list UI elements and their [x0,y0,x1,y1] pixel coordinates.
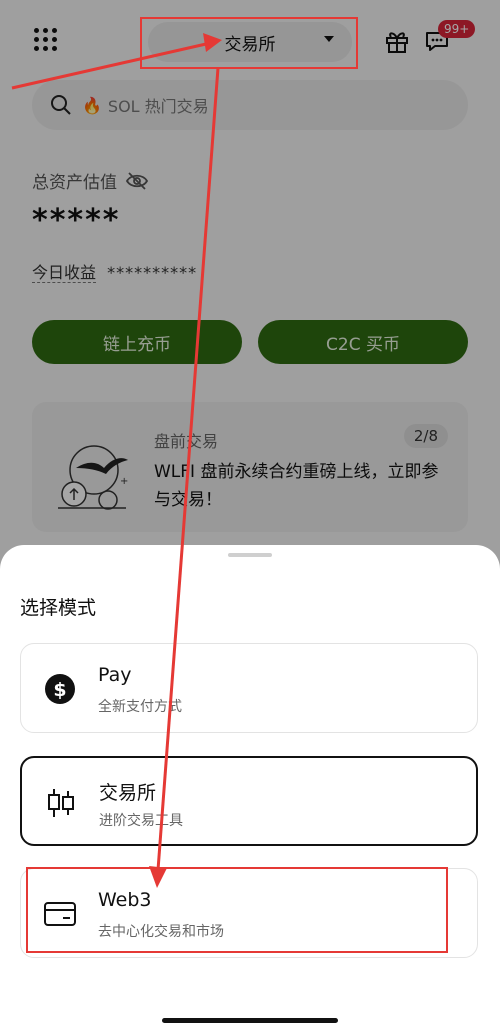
sheet-title: 选择模式 [20,597,97,619]
dollar-circle-icon: $ [45,674,75,704]
mode-option-desc: 全新支付方式 [98,699,182,715]
annotation-box-mode-selector [140,17,358,69]
svg-text:$: $ [53,679,66,701]
annotation-box-web3 [26,867,448,953]
mode-option-pay[interactable]: $ Pay 全新支付方式 [20,643,478,733]
sheet-drag-handle[interactable] [228,553,272,557]
mode-option-name: Pay [98,664,132,686]
mode-option-desc: 进阶交易工具 [99,813,183,829]
mode-bottom-sheet: 选择模式 $ Pay 全新支付方式 交易所 进阶交易工具 Web3 去中心化交易… [0,545,500,1030]
mode-option-exchange[interactable]: 交易所 进阶交易工具 [20,756,478,846]
home-indicator[interactable] [162,1018,338,1023]
candlestick-icon [48,789,74,817]
mode-option-name: 交易所 [99,782,157,804]
